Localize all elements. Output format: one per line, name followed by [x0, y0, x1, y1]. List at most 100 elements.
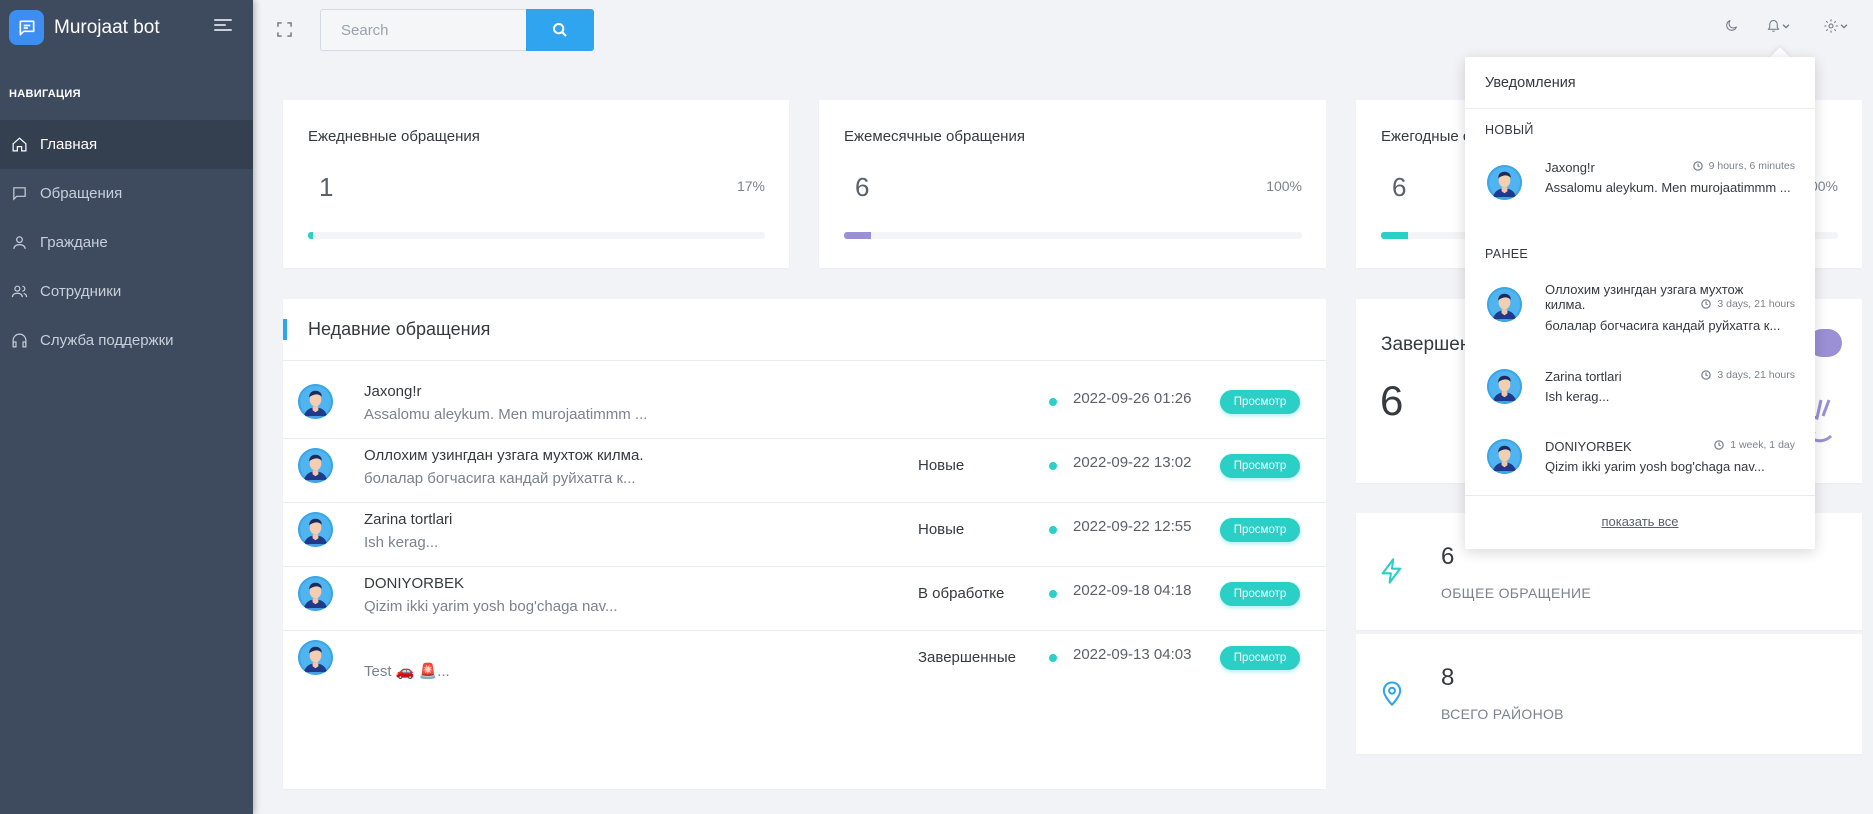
theme-toggle-button[interactable] — [1724, 18, 1739, 33]
row-message: Assalomu aleykum. Men murojaatimmm ... — [364, 406, 648, 423]
sidebar-nav: Главная Обращения Граждане Сотрудники Сл… — [0, 120, 253, 365]
row-status: Новые — [918, 457, 965, 474]
search-input[interactable] — [320, 9, 526, 51]
moon-icon — [1726, 20, 1737, 31]
gear-icon — [1824, 19, 1838, 33]
row-name: Оллохим узингдан узгага мухтож килма. — [364, 447, 644, 464]
avatar — [298, 512, 333, 547]
nav-section-title: НАВИГАЦИЯ — [9, 88, 81, 100]
chat-logo-icon — [9, 10, 44, 45]
view-button[interactable]: Просмотр — [1220, 646, 1300, 670]
fullscreen-icon[interactable] — [277, 22, 292, 37]
status-dot — [1049, 654, 1057, 662]
chevron-down-icon — [1840, 24, 1848, 29]
total-label: ОБЩЕЕ ОБРАЩЕНИЕ — [1441, 585, 1592, 601]
notification-time-text: 1 week, 1 day — [1730, 439, 1795, 451]
notification-time: 3 days, 21 hours — [1701, 369, 1795, 381]
user-icon — [13, 236, 26, 249]
row-name: DONIYORBEK — [364, 575, 465, 592]
users-icon — [11, 285, 28, 298]
status-dot — [1049, 398, 1057, 406]
clock-icon — [1701, 370, 1712, 380]
view-button[interactable]: Просмотр — [1220, 454, 1300, 478]
progress-fill — [308, 232, 313, 239]
avatar — [298, 576, 333, 611]
notifications-title: Уведомления — [1485, 75, 1576, 91]
sidebar-item-label: Обращения — [40, 185, 123, 202]
lightning-icon — [1381, 558, 1402, 584]
recent-header: Недавние обращения — [283, 299, 1326, 361]
row-status: В обработке — [918, 585, 1005, 602]
row-date: 2022-09-22 12:55 — [1073, 518, 1192, 535]
chat-icon — [13, 187, 26, 201]
menu-toggle-icon[interactable] — [214, 19, 232, 33]
table-row[interactable]: Test 🚗 🚨... Завершенные 2022-09-13 04:03 Пр… — [283, 619, 1326, 695]
sidebar-item-label: Сотрудники — [40, 283, 122, 300]
row-date: 2022-09-13 04:03 — [1073, 646, 1192, 663]
avatar — [1487, 165, 1522, 200]
notifications-button[interactable] — [1766, 18, 1791, 33]
sidebar-item-citizens[interactable]: Граждане — [0, 218, 253, 267]
show-all-link[interactable]: показать все — [1465, 514, 1815, 529]
avatar — [298, 448, 333, 483]
sidebar-item-label: Главная — [40, 136, 98, 153]
settings-button[interactable] — [1823, 18, 1849, 34]
row-date: 2022-09-26 01:26 — [1073, 390, 1192, 407]
sidebar-item-support[interactable]: Служба поддержки — [0, 316, 253, 365]
total-value: 6 — [1441, 543, 1455, 570]
notification-time-text: 3 days, 21 hours — [1717, 298, 1795, 310]
districts-label: ВСЕГО РАЙОНОВ — [1441, 706, 1564, 722]
notification-message: Assalomu aleykum. Men murojaatimmm ... — [1545, 180, 1791, 195]
row-message: Qizim ikki yarim yosh bog'chaga nav... — [364, 598, 618, 615]
notifications-dropdown: Уведомления НОВЫЙ Jaxong!r 9 hours, 6 min… — [1465, 57, 1815, 549]
completed-value: 6 — [1380, 377, 1404, 424]
sidebar-item-home[interactable]: Главная — [0, 120, 253, 169]
stat-title: Ежегодные с — [1381, 128, 1471, 145]
notification-message: Qizim ikki yarim yosh bog'chaga nav... — [1545, 459, 1765, 474]
headphones-icon — [12, 333, 27, 348]
recent-appeals-card: Недавние обращения Jaxong!r Assalomu aley… — [283, 299, 1326, 789]
completed-title: Завершен — [1381, 334, 1471, 355]
progress-bar — [308, 232, 765, 239]
progress-fill — [844, 232, 872, 239]
notification-time: 3 days, 21 hours — [1701, 298, 1795, 310]
row-status: Завершенные — [918, 649, 1016, 666]
map-pin-icon — [1382, 681, 1402, 707]
status-dot — [1049, 590, 1057, 598]
home-icon — [12, 137, 27, 152]
notification-time-text: 9 hours, 6 minutes — [1708, 160, 1795, 172]
notifications-header: Уведомления — [1465, 57, 1815, 109]
search-bar — [320, 9, 594, 51]
row-message: болалар богчасига кандай руйхатга к... — [364, 470, 636, 487]
sidebar-item-employees[interactable]: Сотрудники — [0, 267, 253, 316]
sidebar: Murojaat bot НАВИГАЦИЯ Главная Обращения… — [0, 0, 253, 814]
clock-icon — [1701, 299, 1712, 309]
view-button[interactable]: Просмотр — [1220, 390, 1300, 414]
clock-icon — [1692, 161, 1703, 171]
view-button[interactable]: Просмотр — [1220, 582, 1300, 606]
stat-title: Ежемесячные обращения — [844, 128, 1025, 145]
avatar — [1487, 287, 1522, 322]
accent-bar — [283, 319, 287, 340]
row-message: Test 🚗 🚨... — [364, 663, 450, 680]
stat-title: Ежедневные обращения — [308, 128, 480, 145]
sidebar-item-appeals[interactable]: Обращения — [0, 169, 253, 218]
progress-fill — [1381, 232, 1409, 239]
notifications-new-label: НОВЫЙ — [1485, 123, 1534, 137]
view-button[interactable]: Просмотр — [1220, 518, 1300, 542]
notifications-earlier-label: РАНЕЕ — [1485, 247, 1529, 261]
status-dot — [1049, 526, 1057, 534]
daily-stat-card: Ежедневные обращения 1 17% — [283, 100, 789, 268]
stat-value: 1 — [319, 172, 334, 202]
progress-bar — [844, 232, 1302, 239]
app-name: Murojaat bot — [54, 16, 160, 38]
search-button[interactable] — [526, 9, 594, 51]
notification-message: Ish kerag... — [1545, 389, 1610, 404]
bell-icon — [1767, 20, 1780, 32]
sidebar-item-label: Служба поддержки — [40, 332, 174, 349]
avatar — [1487, 369, 1522, 404]
chevron-down-icon — [1782, 23, 1790, 29]
row-status: Новые — [918, 521, 965, 538]
avatar — [298, 640, 333, 675]
row-date: 2022-09-22 13:02 — [1073, 454, 1192, 471]
